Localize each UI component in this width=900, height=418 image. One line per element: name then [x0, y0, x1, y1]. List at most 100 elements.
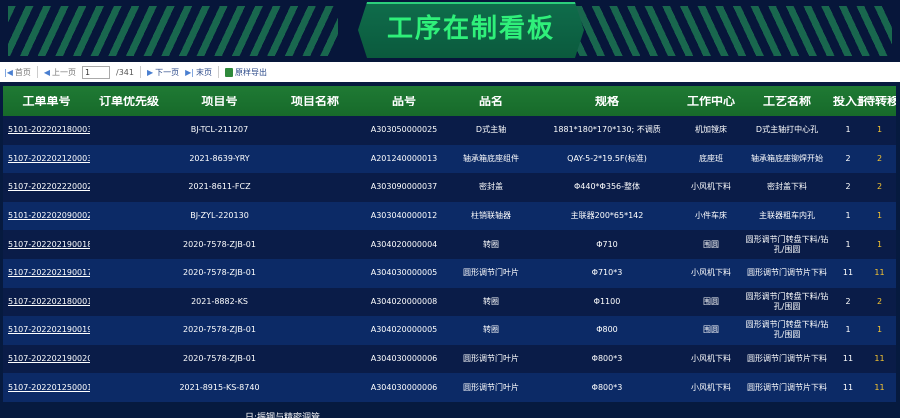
column-header[interactable]: 工单单号	[3, 96, 90, 106]
table-cell: 围圆	[703, 325, 719, 335]
table-cell: 2	[876, 182, 883, 192]
column-header[interactable]: 订单优先级	[90, 96, 168, 106]
table-cell: D式主轴打中心孔	[755, 125, 819, 135]
board-header: 工序在制看板	[0, 0, 900, 62]
table-cell: 小风机下料	[691, 268, 731, 278]
table-cell: 围圆	[703, 239, 719, 249]
table-cell: 2	[845, 153, 851, 163]
table-cell: 转圈	[483, 325, 499, 335]
column-header[interactable]: 项目号	[168, 96, 271, 106]
work-order-link[interactable]: 5107-202202190019	[3, 325, 90, 335]
table-cell: 底座班	[699, 153, 723, 163]
table-cell: 2020-7578-ZJB-01	[183, 268, 256, 278]
table-cell: 圆形调节门叶片	[463, 354, 519, 364]
table-cell: 2020-7578-ZJB-01	[183, 354, 256, 364]
table-cell: 1	[876, 125, 883, 135]
table-cell: 转圈	[483, 239, 499, 249]
page-title: 工序在制看板	[386, 14, 555, 44]
page-number-input[interactable]	[82, 65, 111, 79]
table-cell: BJ-ZYL-220130	[190, 211, 249, 221]
toolbar-divider	[139, 66, 141, 78]
table-row[interactable]: 5101-202202180003 BJ-TCL-211207 A303050000…	[3, 116, 896, 145]
work-order-link[interactable]: 5107-202202190018	[3, 240, 90, 250]
first-page-icon: |◀	[4, 67, 13, 77]
table-cell: 机加镗床	[695, 125, 727, 135]
table-row[interactable]: 5101-202202090002 BJ-ZYL-220130 A303040000…	[3, 201, 896, 231]
work-order-link[interactable]: 5107-202202220002	[3, 182, 90, 192]
table-row[interactable]: 5107-202202190017 2020-7578-ZJB-01 A304030…	[3, 258, 896, 288]
table-cell: 2021-8611-FCZ	[188, 182, 251, 192]
column-header[interactable]: 品名	[449, 96, 533, 106]
decor-stripes-right	[562, 6, 892, 56]
column-header[interactable]: 工作中心	[681, 96, 741, 106]
table-cell: 2021-8915-KS-8740	[179, 382, 260, 392]
table-cell: 11	[842, 268, 854, 278]
work-order-link[interactable]: 5107-202202190020	[3, 354, 90, 364]
work-order-link[interactable]: 5101-202202180003	[3, 125, 90, 135]
work-order-link[interactable]: 5107-202201250001	[3, 383, 90, 393]
table-cell: 密封盖下料	[767, 182, 807, 192]
table-cell: 小风机下料	[691, 382, 731, 392]
prev-page-button[interactable]: ◀ 上一页	[44, 67, 76, 78]
table-cell: QAY-5-2*19.5F(标准)	[567, 153, 647, 163]
table-row[interactable]: 5107-202202190020 2020-7578-ZJB-01 A304030…	[3, 344, 896, 374]
table-cell: D式主轴	[475, 125, 507, 135]
table-row[interactable]: 5107-202202120003 2021-8639-YRY A201240000…	[3, 144, 896, 174]
table-body: 5101-202202180003 BJ-TCL-211207 A303050000…	[3, 116, 896, 402]
column-header[interactable]: 投入量	[833, 96, 863, 106]
column-header[interactable]: 品号	[359, 96, 449, 106]
table-cell: 1881*180*170*130; 不调质	[553, 125, 661, 135]
table-cell: 2	[876, 296, 883, 306]
table-cell: A304030000005	[370, 268, 438, 278]
table-cell: 小件车床	[695, 211, 727, 221]
table-cell: Φ800*3	[591, 382, 623, 392]
table-cell: A304030000006	[370, 354, 438, 364]
table-cell: 2	[845, 296, 851, 306]
column-header[interactable]: 规格	[533, 96, 681, 106]
column-header[interactable]: 待转移量	[863, 96, 896, 106]
table-cell: A201240000013	[370, 153, 438, 163]
table-cell: 11	[842, 354, 854, 364]
toolbar-divider	[36, 66, 38, 78]
table-cell: 密封盖	[479, 182, 503, 192]
table-cell: 圆形调节门叶片	[463, 268, 519, 278]
next-page-button[interactable]: ▶ 下一页	[147, 67, 179, 78]
table-row[interactable]: 5107-202202220002 2021-8611-FCZ A303090000…	[3, 173, 896, 202]
table-row[interactable]: 5107-202202190019 2020-7578-ZJB-01 A304020…	[3, 316, 896, 345]
first-page-button[interactable]: |◀ 首页	[4, 67, 31, 78]
table-cell: 轴承箱底座铆焊开始	[751, 153, 823, 163]
table-cell: 转圈	[483, 296, 499, 306]
export-label: 原样导出	[235, 67, 267, 77]
table-cell: A304020000008	[370, 296, 438, 306]
table-cell: 圆形调节门转盘下料/钻孔/围圆	[745, 291, 829, 311]
table-row[interactable]: 5107-202202190018 2020-7578-ZJB-01 A304020…	[3, 230, 896, 259]
column-header[interactable]: 工艺名称	[741, 96, 833, 106]
table-cell: Φ710*3	[591, 268, 623, 278]
excel-icon	[225, 67, 233, 77]
table-cell: 11	[874, 268, 885, 278]
work-order-link[interactable]: 5107-202202190017	[3, 268, 90, 278]
table-cell: 小风机下料	[691, 354, 731, 364]
table-cell: A304030000006	[370, 382, 438, 392]
export-button[interactable]: 原样导出	[225, 67, 267, 78]
work-order-link[interactable]: 5107-202202180001	[3, 297, 90, 307]
table-cell: 2	[876, 153, 883, 163]
table-row[interactable]: 5107-202201250001 2021-8915-KS-8740 A30403…	[3, 373, 896, 402]
table-cell: 围圆	[703, 296, 719, 306]
first-page-label: 首页	[14, 67, 31, 77]
decor-stripes-left	[8, 6, 338, 56]
column-header[interactable]: 项目名称	[271, 96, 359, 106]
wip-table: 工单单号 订单优先级 项目号 项目名称 品号 品名 规格 工作中心 工艺名称 投…	[3, 86, 896, 402]
work-order-link[interactable]: 5107-202202120003	[3, 154, 90, 164]
pager-toolbar: |◀ 首页 ◀ 上一页 /341 ▶ 下一页 ▶| 末页 原样导出	[0, 62, 900, 82]
toolbar-divider	[218, 66, 219, 78]
work-order-link[interactable]: 5101-202202090002	[3, 211, 90, 221]
table-cell: 11	[874, 354, 885, 364]
table-cell: 1	[845, 239, 851, 249]
last-page-button[interactable]: ▶| 末页	[185, 67, 212, 78]
table-cell: A303050000025	[370, 125, 438, 135]
table-row[interactable]: 5107-202202180001 2021-8882-KS A3040200000…	[3, 287, 896, 317]
table-cell: 主联器粗车内孔	[759, 211, 815, 221]
table-cell: A303090000037	[370, 182, 438, 192]
table-cell: Φ710	[596, 239, 618, 249]
